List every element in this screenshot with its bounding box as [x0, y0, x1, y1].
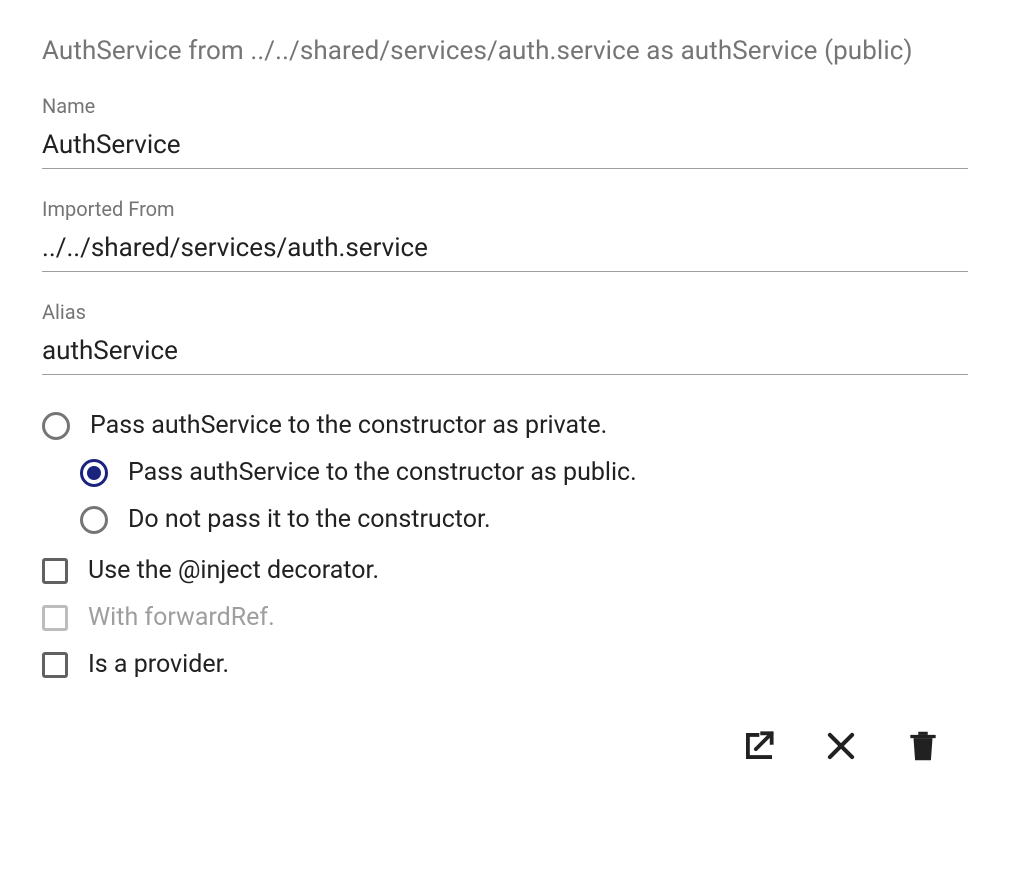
radio-row-public: Pass authService to the constructor as p… — [80, 458, 968, 487]
checkbox-inject-label: Use the @inject decorator. — [88, 556, 379, 585]
checkbox-provider[interactable] — [42, 652, 68, 678]
checkbox-provider-label: Is a provider. — [88, 650, 229, 679]
name-input[interactable] — [42, 126, 968, 169]
radio-private-label: Pass authService to the constructor as p… — [90, 411, 607, 440]
alias-input[interactable] — [42, 332, 968, 375]
imported-from-label: Imported From — [42, 197, 968, 221]
checkbox-row-forwardref: With forwardRef. — [42, 603, 968, 632]
radio-none-label: Do not pass it to the constructor. — [128, 505, 491, 534]
radio-private[interactable] — [42, 412, 70, 440]
imported-from-input[interactable] — [42, 229, 968, 272]
checkbox-row-provider: Is a provider. — [42, 650, 968, 679]
name-label: Name — [42, 94, 968, 118]
alias-label: Alias — [42, 300, 968, 324]
imported-from-field: Imported From — [42, 197, 968, 272]
open-external-icon[interactable] — [740, 727, 778, 765]
delete-icon[interactable] — [904, 727, 942, 765]
radio-public[interactable] — [80, 459, 108, 487]
radio-none[interactable] — [80, 506, 108, 534]
checkbox-forwardref — [42, 605, 68, 631]
dependency-summary: AuthService from ../../shared/services/a… — [42, 36, 968, 66]
radio-public-label: Pass authService to the constructor as p… — [128, 458, 637, 487]
action-bar — [42, 727, 968, 765]
checkbox-options: Use the @inject decorator. With forwardR… — [42, 556, 968, 679]
radio-row-private: Pass authService to the constructor as p… — [42, 411, 968, 440]
name-field: Name — [42, 94, 968, 169]
checkbox-row-inject: Use the @inject decorator. — [42, 556, 968, 585]
radio-row-none: Do not pass it to the constructor. — [80, 505, 968, 534]
checkbox-inject[interactable] — [42, 558, 68, 584]
close-icon[interactable] — [822, 727, 860, 765]
alias-field: Alias — [42, 300, 968, 375]
constructor-options: Pass authService to the constructor as p… — [42, 411, 968, 534]
checkbox-forwardref-label: With forwardRef. — [88, 603, 275, 632]
